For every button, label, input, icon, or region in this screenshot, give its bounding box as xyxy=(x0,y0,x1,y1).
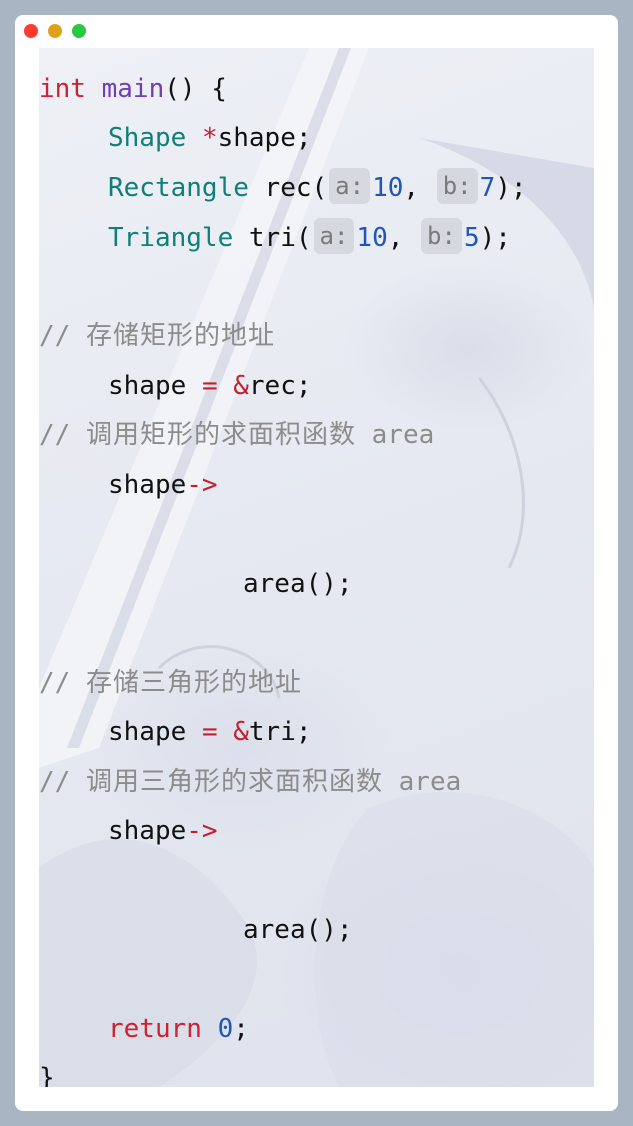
code-line: return 0; xyxy=(108,1005,249,1054)
keyword-int: int xyxy=(39,74,86,104)
parameter-hint: b: xyxy=(421,218,462,254)
comment-text: area xyxy=(398,767,462,797)
code-text: shape xyxy=(108,371,187,401)
code-line: Rectangle rec(a: 10, b: 7); xyxy=(108,164,527,213)
parameter-hint: b: xyxy=(436,168,478,204)
function-name: main xyxy=(101,74,165,104)
type-name: Shape xyxy=(108,123,187,153)
comment-marker: // xyxy=(39,321,71,351)
close-dot-icon[interactable] xyxy=(24,24,38,38)
number-literal: 10 xyxy=(372,173,404,203)
code-text: tri( xyxy=(248,223,312,253)
code-text: shape xyxy=(108,470,187,500)
operator: & xyxy=(233,717,249,747)
operator: * xyxy=(201,123,218,153)
parameter-hint: a: xyxy=(313,218,355,254)
number-literal: 5 xyxy=(463,223,480,253)
type-name: Triangle xyxy=(108,223,234,253)
code-text: rec; xyxy=(248,371,312,401)
code-line: shape-> xyxy=(108,807,218,856)
comment-marker: // xyxy=(39,420,71,450)
code-line: } xyxy=(39,1054,55,1087)
operator: -> xyxy=(186,470,218,500)
operator: -> xyxy=(186,816,218,846)
code-line: Shape *shape; xyxy=(108,114,312,163)
type-name: Rectangle xyxy=(108,173,249,203)
code-line: shape = &rec; xyxy=(108,362,312,411)
comment-text: area xyxy=(371,420,435,450)
code-line: int main() { xyxy=(39,65,227,114)
code-line: area(); xyxy=(243,560,353,609)
code-text: ); xyxy=(479,223,511,253)
number-literal: 0 xyxy=(217,1014,234,1044)
comment-text: 存储矩形的地址 xyxy=(85,321,275,351)
code-text: shape xyxy=(108,816,187,846)
maximize-dot-icon[interactable] xyxy=(72,24,86,38)
code-line: shape-> xyxy=(108,461,218,510)
code-text: rec( xyxy=(264,173,328,203)
code-comment: // 存储三角形的地址 xyxy=(39,659,302,708)
code-text: ; xyxy=(233,1014,249,1044)
number-literal: 10 xyxy=(356,223,388,253)
minimize-dot-icon[interactable] xyxy=(48,24,62,38)
code-editor: int main() { Shape *shape; Rectangle rec… xyxy=(39,48,594,1087)
code-comment: // 调用矩形的求面积函数 area xyxy=(39,411,434,460)
code-text: () { xyxy=(164,74,227,104)
code-text: area(); xyxy=(243,569,353,599)
code-text: , xyxy=(403,173,420,203)
comment-text: 存储三角形的地址 xyxy=(85,668,302,698)
number-literal: 7 xyxy=(479,173,496,203)
operator: = xyxy=(201,371,218,401)
code-window: int main() { Shape *shape; Rectangle rec… xyxy=(15,15,618,1111)
code-comment: // 调用三角形的求面积函数 area xyxy=(39,758,461,807)
code-text: ); xyxy=(495,173,527,203)
keyword-return: return xyxy=(108,1014,202,1044)
code-line: Triangle tri(a: 10, b: 5); xyxy=(108,214,511,263)
comment-text: 调用三角形的求面积函数 xyxy=(85,767,383,797)
operator: = xyxy=(201,717,218,747)
comment-marker: // xyxy=(39,767,71,797)
code-text: shape; xyxy=(217,123,312,153)
code-comment: // 存储矩形的地址 xyxy=(39,312,275,361)
code-text: area(); xyxy=(243,915,353,945)
comment-marker: // xyxy=(39,668,71,698)
code-text: shape xyxy=(108,717,187,747)
code-line: shape = &tri; xyxy=(108,708,312,757)
parameter-hint: a: xyxy=(329,168,371,204)
code-text: tri; xyxy=(248,717,312,747)
comment-text: 调用矩形的求面积函数 xyxy=(85,420,356,450)
operator: & xyxy=(233,371,249,401)
code-text: , xyxy=(387,223,404,253)
code-line: area(); xyxy=(243,906,353,955)
closing-brace: } xyxy=(39,1063,55,1087)
